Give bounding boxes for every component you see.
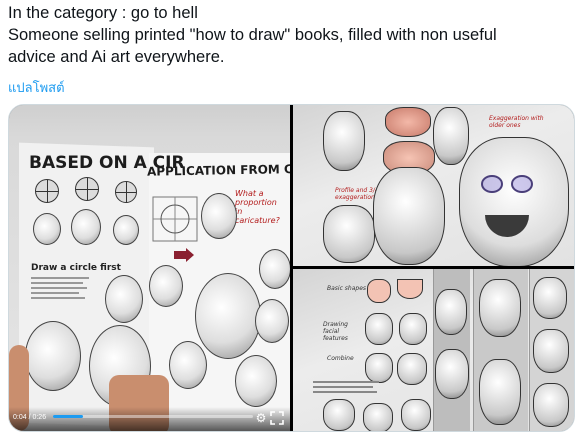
tweet-line: advice and Ai art everywhere. — [8, 48, 225, 66]
face-sketch — [399, 313, 427, 345]
video-controls: 0:04 / 0:26 ⚙ — [9, 407, 290, 431]
caricature-face-sketch — [479, 359, 521, 425]
profile-face-sketch — [323, 205, 375, 263]
face-sketch — [397, 353, 427, 385]
video-progress-bar[interactable] — [53, 415, 253, 418]
sketch-note-right: Exaggeration with older ones — [489, 115, 544, 129]
gear-icon[interactable]: ⚙ — [254, 411, 268, 425]
face-sketch — [365, 313, 393, 345]
fullscreen-glyph — [270, 411, 284, 425]
caricature-face-sketch — [323, 111, 365, 171]
media-image-top-right[interactable]: Profile and 3/4 exaggeration Exaggeratio… — [293, 105, 574, 266]
glasses-sketch — [481, 175, 503, 193]
caricature-face-sketch — [533, 277, 567, 319]
caricature-face-sketch — [25, 321, 81, 391]
grid-diagram — [152, 196, 198, 242]
text-lines — [31, 277, 89, 299]
sketch-label: Basic shapes — [327, 285, 367, 292]
book-body-text — [313, 381, 379, 398]
book-handwritten-note: What a proportion in caricature? — [235, 189, 280, 225]
glasses-sketch — [511, 175, 533, 193]
tweet-line: Someone selling printed "how to draw" bo… — [8, 26, 497, 44]
caricature-face-sketch — [235, 355, 277, 407]
arrow-icon — [174, 248, 194, 262]
portrait-sketch — [201, 193, 237, 239]
cartoon-face-sketch — [71, 209, 101, 245]
book-subheading: Draw a circle first — [31, 263, 121, 273]
lips-sketch — [385, 107, 431, 137]
tweet-line: In the category : go to hell — [8, 4, 198, 22]
face-sketch — [401, 399, 431, 431]
caricature-face-sketch — [435, 349, 469, 399]
profile-face-sketch — [373, 167, 445, 265]
video-time: 0:04 / 0:26 — [13, 414, 47, 421]
shape-sketch — [397, 279, 423, 299]
media-image-bottom-right[interactable]: Basic shapes Drawing facial features Com… — [293, 269, 574, 431]
media-grid: BASED ON A CIR APPLICATION FROM CLASSIC … — [8, 104, 575, 432]
caricature-face-sketch — [479, 279, 521, 337]
caricature-face-sketch — [533, 329, 569, 373]
translate-post-link[interactable]: แปลโพสต์ — [8, 77, 65, 98]
sketch-label: Drawing facial features — [323, 321, 348, 342]
circle-construction-sketch — [35, 179, 59, 203]
cartoon-face-sketch — [113, 215, 139, 245]
face-sketch — [363, 403, 393, 431]
caricature-face-sketch — [195, 273, 261, 359]
cartoon-face-sketch — [33, 213, 61, 245]
book-body-text — [31, 277, 91, 308]
caricature-face-sketch — [533, 383, 569, 427]
caricature-face-sketch — [105, 275, 143, 323]
book-heading-right: APPLICATION FROM CLASSIC — [146, 161, 290, 179]
shape-sketch — [367, 279, 391, 303]
sketch-label: Combine — [327, 355, 354, 362]
caricature-face-sketch — [149, 265, 183, 307]
video-player[interactable]: BASED ON A CIR APPLICATION FROM CLASSIC … — [9, 105, 290, 431]
caricature-face-sketch — [169, 341, 207, 389]
old-man-caricature — [459, 137, 569, 266]
circle-construction-sketch — [115, 181, 137, 203]
skull-sketch — [433, 107, 469, 165]
face-sketch — [365, 353, 393, 383]
caricature-face-sketch — [255, 299, 289, 343]
video-progress-fill — [53, 415, 83, 418]
tweet-text: In the category : go to hell Someone sel… — [8, 2, 568, 68]
caricature-face-sketch — [435, 289, 467, 335]
caricature-face-sketch — [259, 249, 290, 289]
text-lines — [313, 381, 379, 393]
circle-construction-sketch — [75, 177, 99, 201]
face-sketch — [323, 399, 355, 431]
fullscreen-icon[interactable] — [270, 411, 284, 425]
